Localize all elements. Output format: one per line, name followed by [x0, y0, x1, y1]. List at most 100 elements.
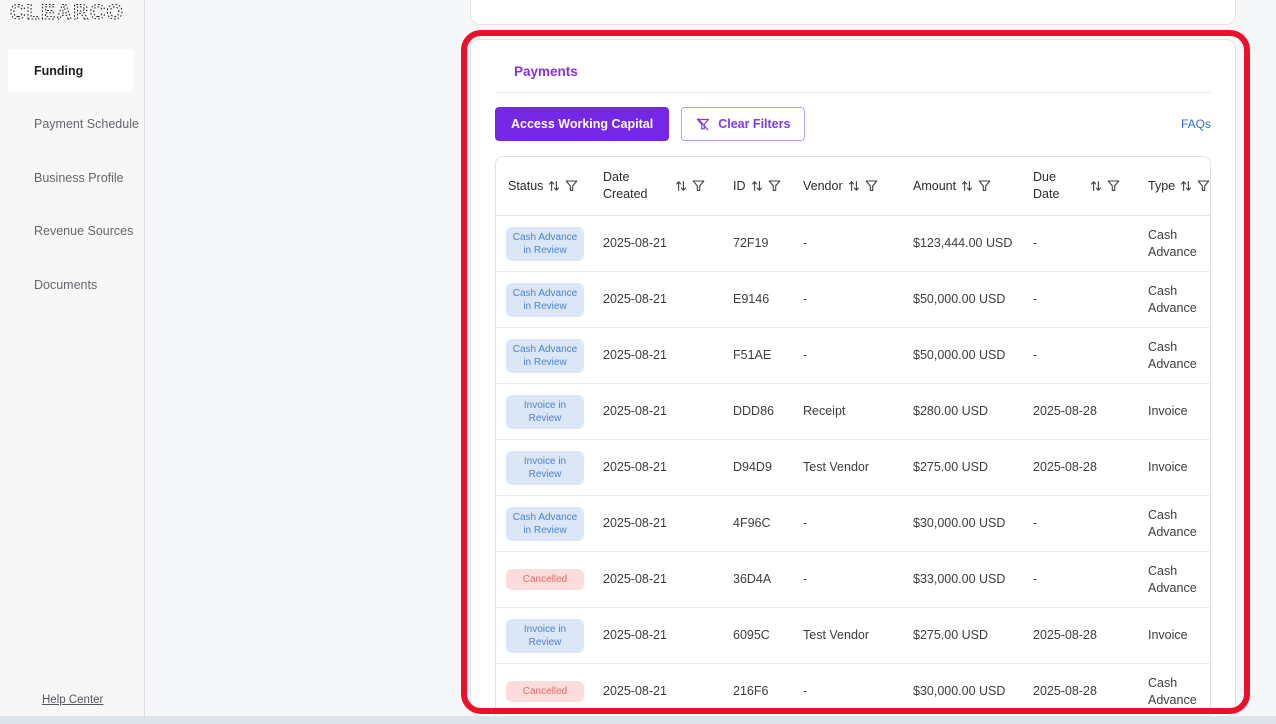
cell-due-date: - — [1021, 496, 1136, 551]
table-row[interactable]: Invoice in Review2025-08-21D94D9Test Ven… — [496, 440, 1210, 496]
cell-status: Invoice in Review — [496, 608, 591, 663]
sort-icon[interactable] — [751, 180, 763, 192]
sidebar-item-revenue-sources[interactable]: Revenue Sources — [34, 224, 133, 238]
cell-id: 4F96C — [721, 496, 791, 551]
cell-id: E9146 — [721, 272, 791, 327]
table-row[interactable]: Cash Advance in Review2025-08-21F51AE-$5… — [496, 328, 1210, 384]
column-label: ID — [733, 178, 746, 195]
filter-icon[interactable] — [1197, 180, 1210, 192]
cell-date-created: 2025-08-21 — [591, 608, 721, 663]
faqs-link[interactable]: FAQs — [1181, 117, 1211, 131]
status-badge: Cash Advance in Review — [506, 283, 584, 317]
cell-amount: $30,000.00 USD — [901, 496, 1021, 551]
sidebar-item-payment-schedule[interactable]: Payment Schedule — [34, 117, 139, 131]
cell-status: Cancelled — [496, 664, 591, 717]
column-label: Type — [1148, 178, 1175, 195]
table-row[interactable]: Cancelled2025-08-21216F6-$30,000.00 USD2… — [496, 664, 1210, 717]
sort-icon[interactable] — [1180, 180, 1192, 192]
table-row[interactable]: Cash Advance in Review2025-08-2172F19-$1… — [496, 216, 1210, 272]
column-header-date-created: Date Created — [591, 157, 721, 215]
cell-date-created: 2025-08-21 — [591, 440, 721, 495]
cell-date-created: 2025-08-21 — [591, 496, 721, 551]
table-header-row: Status Date Created ID Vendor Amount Due Date… — [496, 157, 1210, 216]
cell-due-date: 2025-08-28 — [1021, 608, 1136, 663]
help-center-link[interactable]: Help Center — [42, 694, 103, 706]
cell-type: Cash Advance — [1136, 328, 1211, 383]
title-divider — [495, 92, 1211, 93]
cell-vendor: - — [791, 552, 901, 607]
clearco-logo: CLEARCO — [8, 0, 143, 28]
column-header-status: Status — [496, 157, 591, 215]
column-label: Amount — [913, 178, 956, 195]
filter-icon[interactable] — [865, 180, 878, 192]
bottom-strip — [0, 716, 1276, 724]
column-label: Status — [508, 178, 543, 195]
column-header-vendor: Vendor — [791, 157, 901, 215]
cell-id: DDD86 — [721, 384, 791, 439]
status-badge: Cancelled — [506, 569, 584, 590]
cell-due-date: - — [1021, 272, 1136, 327]
sidebar: CLEARCO Funding Payment Schedule Business … — [0, 0, 145, 724]
cell-amount: $280.00 USD — [901, 384, 1021, 439]
cell-status: Cash Advance in Review — [496, 496, 591, 551]
cell-date-created: 2025-08-21 — [591, 272, 721, 327]
cell-amount: $33,000.00 USD — [901, 552, 1021, 607]
cell-due-date: 2025-08-28 — [1021, 384, 1136, 439]
filter-icon[interactable] — [1107, 180, 1120, 192]
column-header-type: Type — [1136, 157, 1211, 215]
table-body: Cash Advance in Review2025-08-2172F19-$1… — [496, 216, 1210, 717]
cell-id: 36D4A — [721, 552, 791, 607]
column-header-amount: Amount — [901, 157, 1021, 215]
status-badge: Cash Advance in Review — [506, 339, 584, 373]
cell-date-created: 2025-08-21 — [591, 328, 721, 383]
clear-filters-button[interactable]: Clear Filters — [681, 107, 805, 141]
table-row[interactable]: Cash Advance in Review2025-08-214F96C-$3… — [496, 496, 1210, 552]
svg-text:CLEARCO: CLEARCO — [10, 1, 124, 24]
status-badge: Cancelled — [506, 681, 584, 702]
page-title: Payments — [514, 64, 1235, 79]
cell-type: Invoice — [1136, 440, 1211, 495]
cell-amount: $275.00 USD — [901, 440, 1021, 495]
cell-id: 6095C — [721, 608, 791, 663]
app-window: CLEARCO Funding Payment Schedule Business … — [0, 0, 1276, 724]
table-row[interactable]: Invoice in Review2025-08-21DDD86Receipt$… — [496, 384, 1210, 440]
cell-amount: $275.00 USD — [901, 608, 1021, 663]
sort-icon[interactable] — [848, 180, 860, 192]
cell-status: Cash Advance in Review — [496, 272, 591, 327]
cell-vendor: - — [791, 664, 901, 717]
filter-icon[interactable] — [978, 180, 991, 192]
cell-id: D94D9 — [721, 440, 791, 495]
sidebar-item-business-profile[interactable]: Business Profile — [34, 171, 124, 185]
cell-vendor: - — [791, 216, 901, 271]
cell-id: 216F6 — [721, 664, 791, 717]
cell-type: Invoice — [1136, 608, 1211, 663]
sort-icon[interactable] — [1090, 180, 1102, 192]
access-working-capital-button[interactable]: Access Working Capital — [495, 107, 669, 141]
table-row[interactable]: Cancelled2025-08-2136D4A-$33,000.00 USD-… — [496, 552, 1210, 608]
sidebar-item-funding[interactable]: Funding — [8, 49, 133, 92]
cell-status: Cash Advance in Review — [496, 328, 591, 383]
sort-icon[interactable] — [548, 180, 560, 192]
cell-due-date: - — [1021, 216, 1136, 271]
cell-type: Cash Advance — [1136, 272, 1211, 327]
sort-icon[interactable] — [675, 180, 687, 192]
filter-icon[interactable] — [768, 180, 781, 192]
sidebar-item-documents[interactable]: Documents — [34, 278, 97, 292]
cell-status: Invoice in Review — [496, 384, 591, 439]
cell-due-date: - — [1021, 552, 1136, 607]
cell-vendor: - — [791, 328, 901, 383]
cell-type: Cash Advance — [1136, 216, 1211, 271]
cell-vendor: - — [791, 496, 901, 551]
filter-icon[interactable] — [692, 180, 705, 192]
table-row[interactable]: Cash Advance in Review2025-08-21E9146-$5… — [496, 272, 1210, 328]
cell-vendor: Receipt — [791, 384, 901, 439]
column-header-due-date: Due Date — [1021, 157, 1136, 215]
table-row[interactable]: Invoice in Review2025-08-216095CTest Ven… — [496, 608, 1210, 664]
cell-id: F51AE — [721, 328, 791, 383]
column-label: Due Date — [1033, 169, 1085, 203]
cell-status: Cancelled — [496, 552, 591, 607]
clear-filters-label: Clear Filters — [718, 117, 790, 131]
filter-icon[interactable] — [565, 180, 578, 192]
sort-icon[interactable] — [961, 180, 973, 192]
cell-status: Invoice in Review — [496, 440, 591, 495]
